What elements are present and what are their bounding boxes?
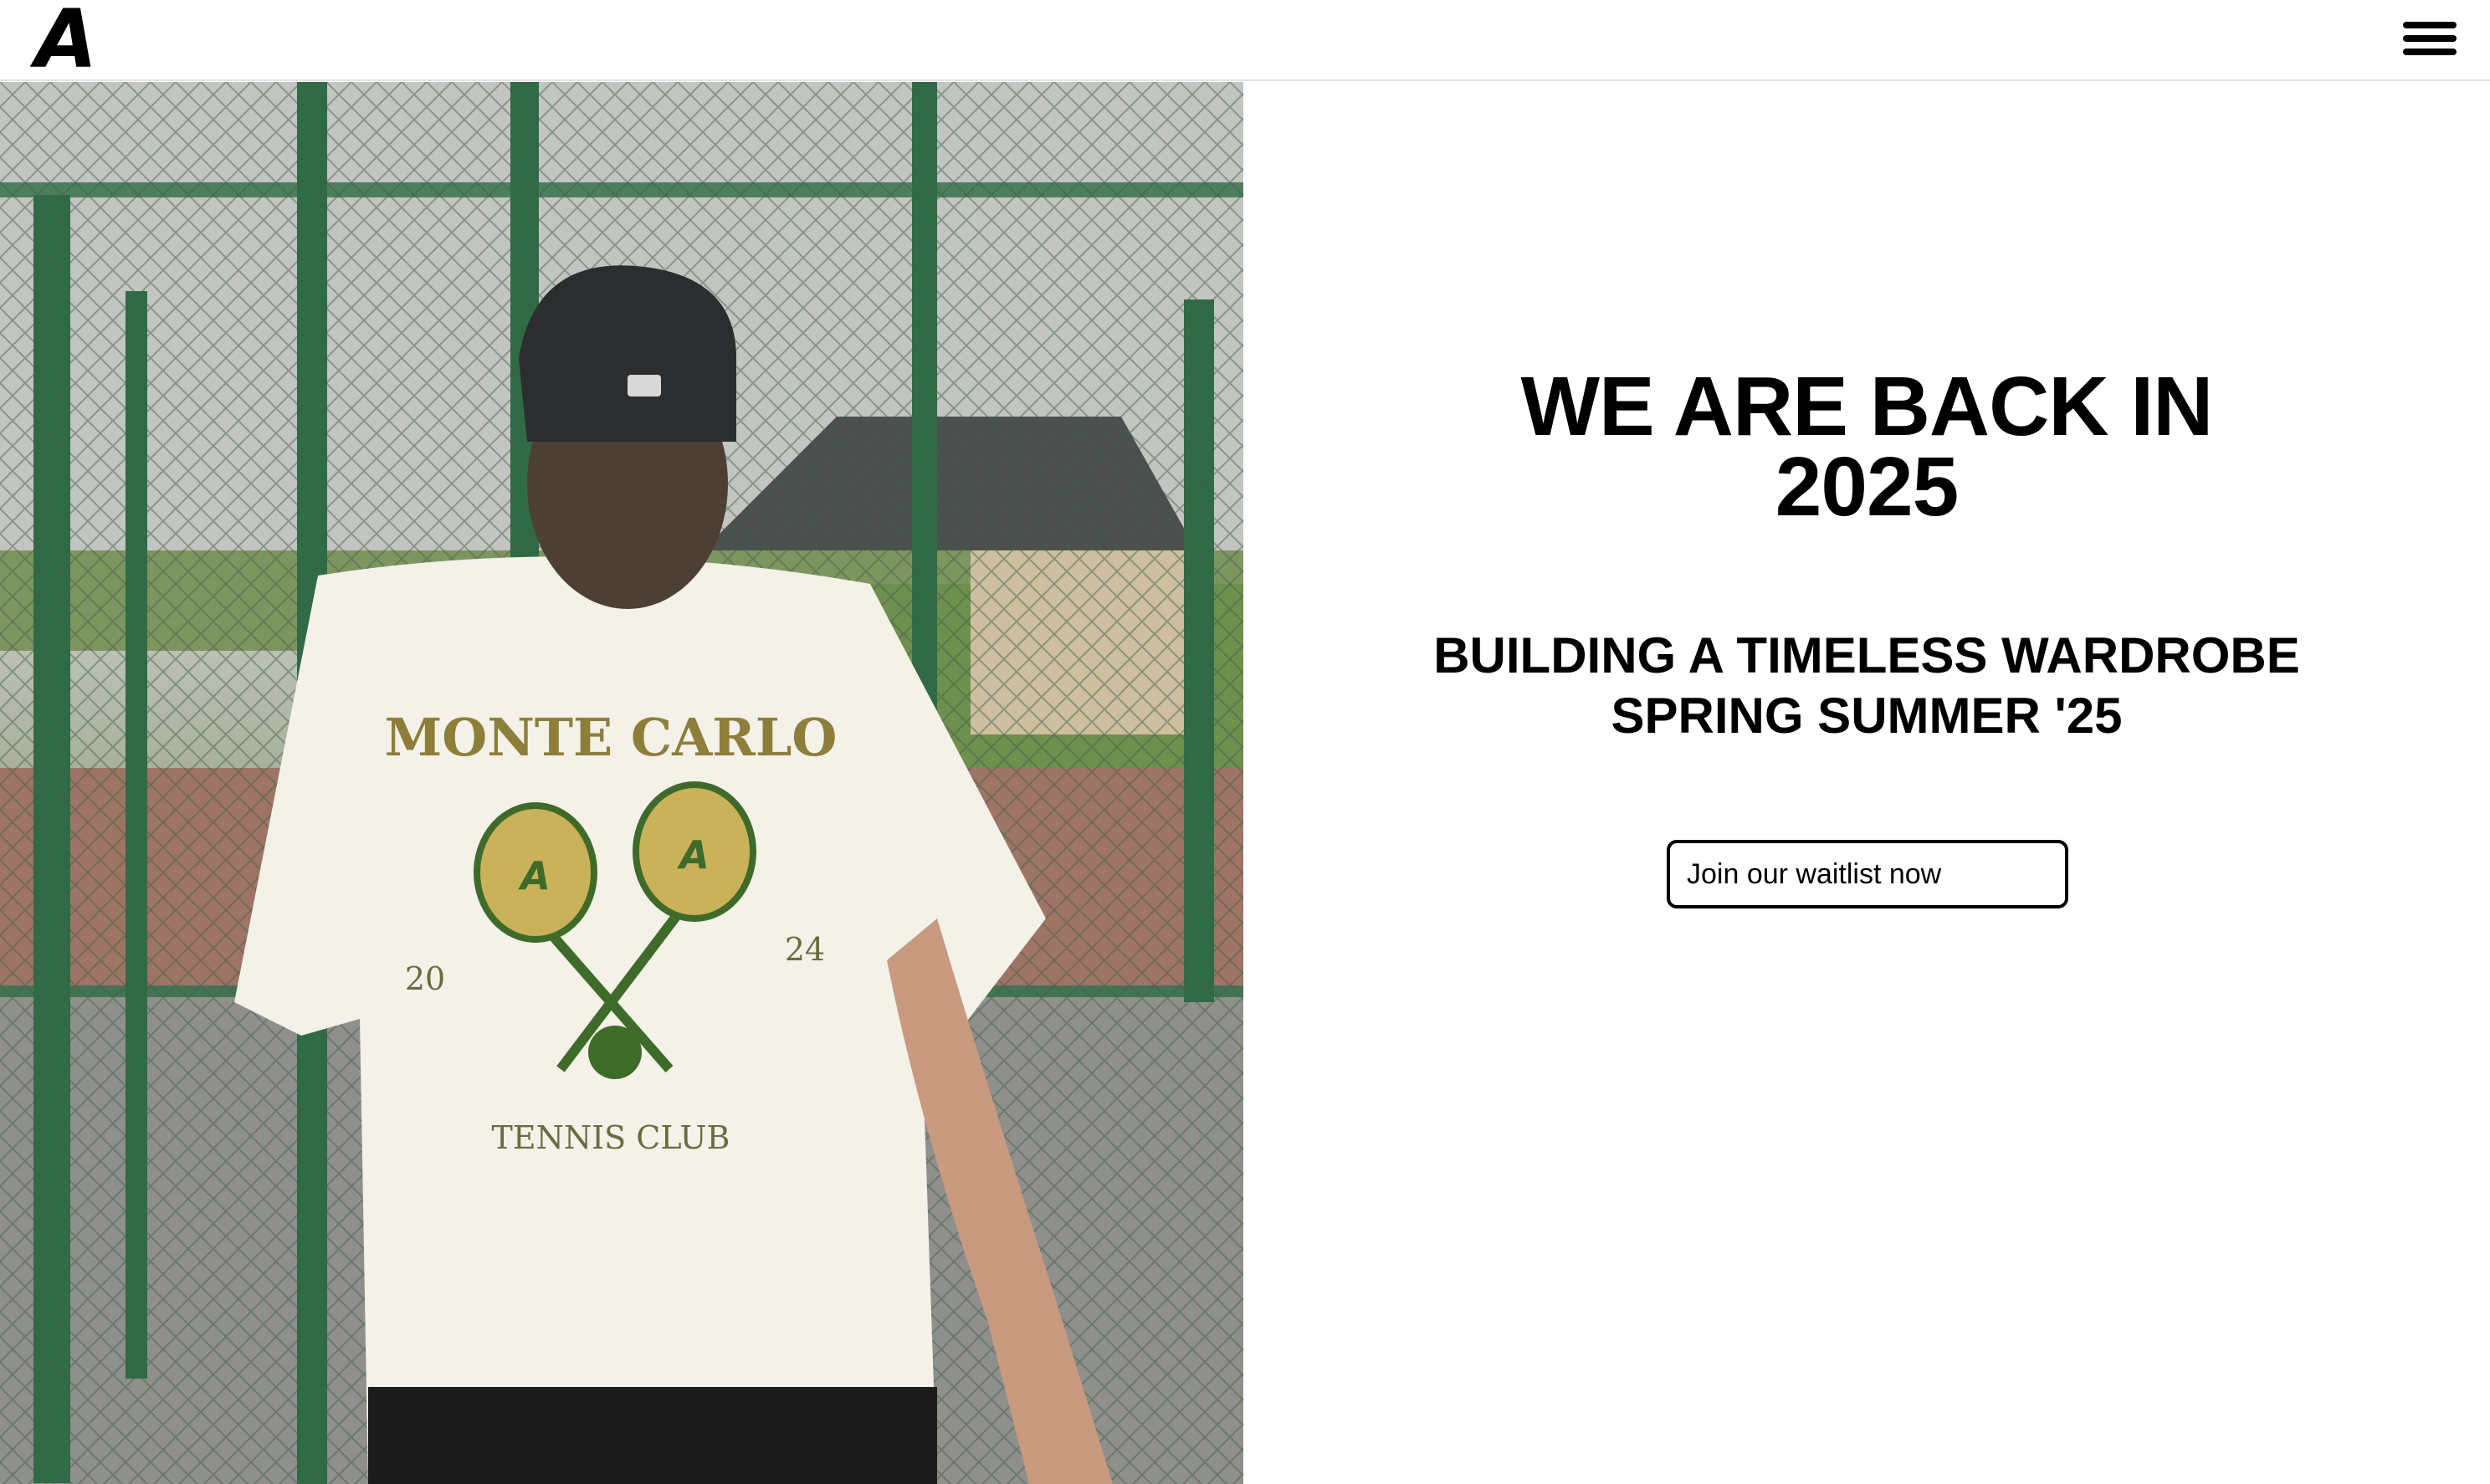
hamburger-menu-button[interactable] (2400, 18, 2460, 60)
shirt-print-top-text: MONTE CARLO (385, 707, 838, 768)
hero-image: MONTE CARLO TENNIS CLUB 20 24 A A (0, 82, 1243, 1484)
main-content: WE ARE BACK IN 2025 BUILDING A TIMELESS … (1243, 82, 2490, 1484)
hamburger-menu-icon (2403, 49, 2457, 55)
shirt-year-right: 24 (785, 931, 825, 968)
subhead-line-2: SPRING SUMMER '25 (1611, 688, 2123, 744)
page-subheadline: BUILDING A TIMELESS WARDROBE SPRING SUMM… (1243, 626, 2490, 746)
waitlist-form: → (1667, 840, 2068, 908)
site-header: A (0, 0, 2490, 81)
headline-line-2: 2025 (1775, 440, 1959, 534)
shirt-print-bottom-text: TENNIS CLUB (492, 1119, 730, 1156)
racket-letter-right: A (677, 832, 710, 878)
subhead-line-1: BUILDING A TIMELESS WARDROBE (1433, 627, 2300, 683)
hamburger-menu-icon (2403, 35, 2457, 42)
page-headline: WE ARE BACK IN 2025 (1243, 360, 2490, 534)
waitlist-email-input[interactable] (1670, 843, 2065, 905)
headline-line-1: WE ARE BACK IN (1520, 360, 2214, 453)
shirt-year-left: 20 (405, 960, 445, 997)
racket-letter-left: A (518, 853, 551, 898)
hamburger-menu-icon (2403, 22, 2457, 28)
brand-logo[interactable]: A (35, 0, 97, 79)
hero-photo-illustration: MONTE CARLO TENNIS CLUB 20 24 A A (0, 82, 1243, 1484)
